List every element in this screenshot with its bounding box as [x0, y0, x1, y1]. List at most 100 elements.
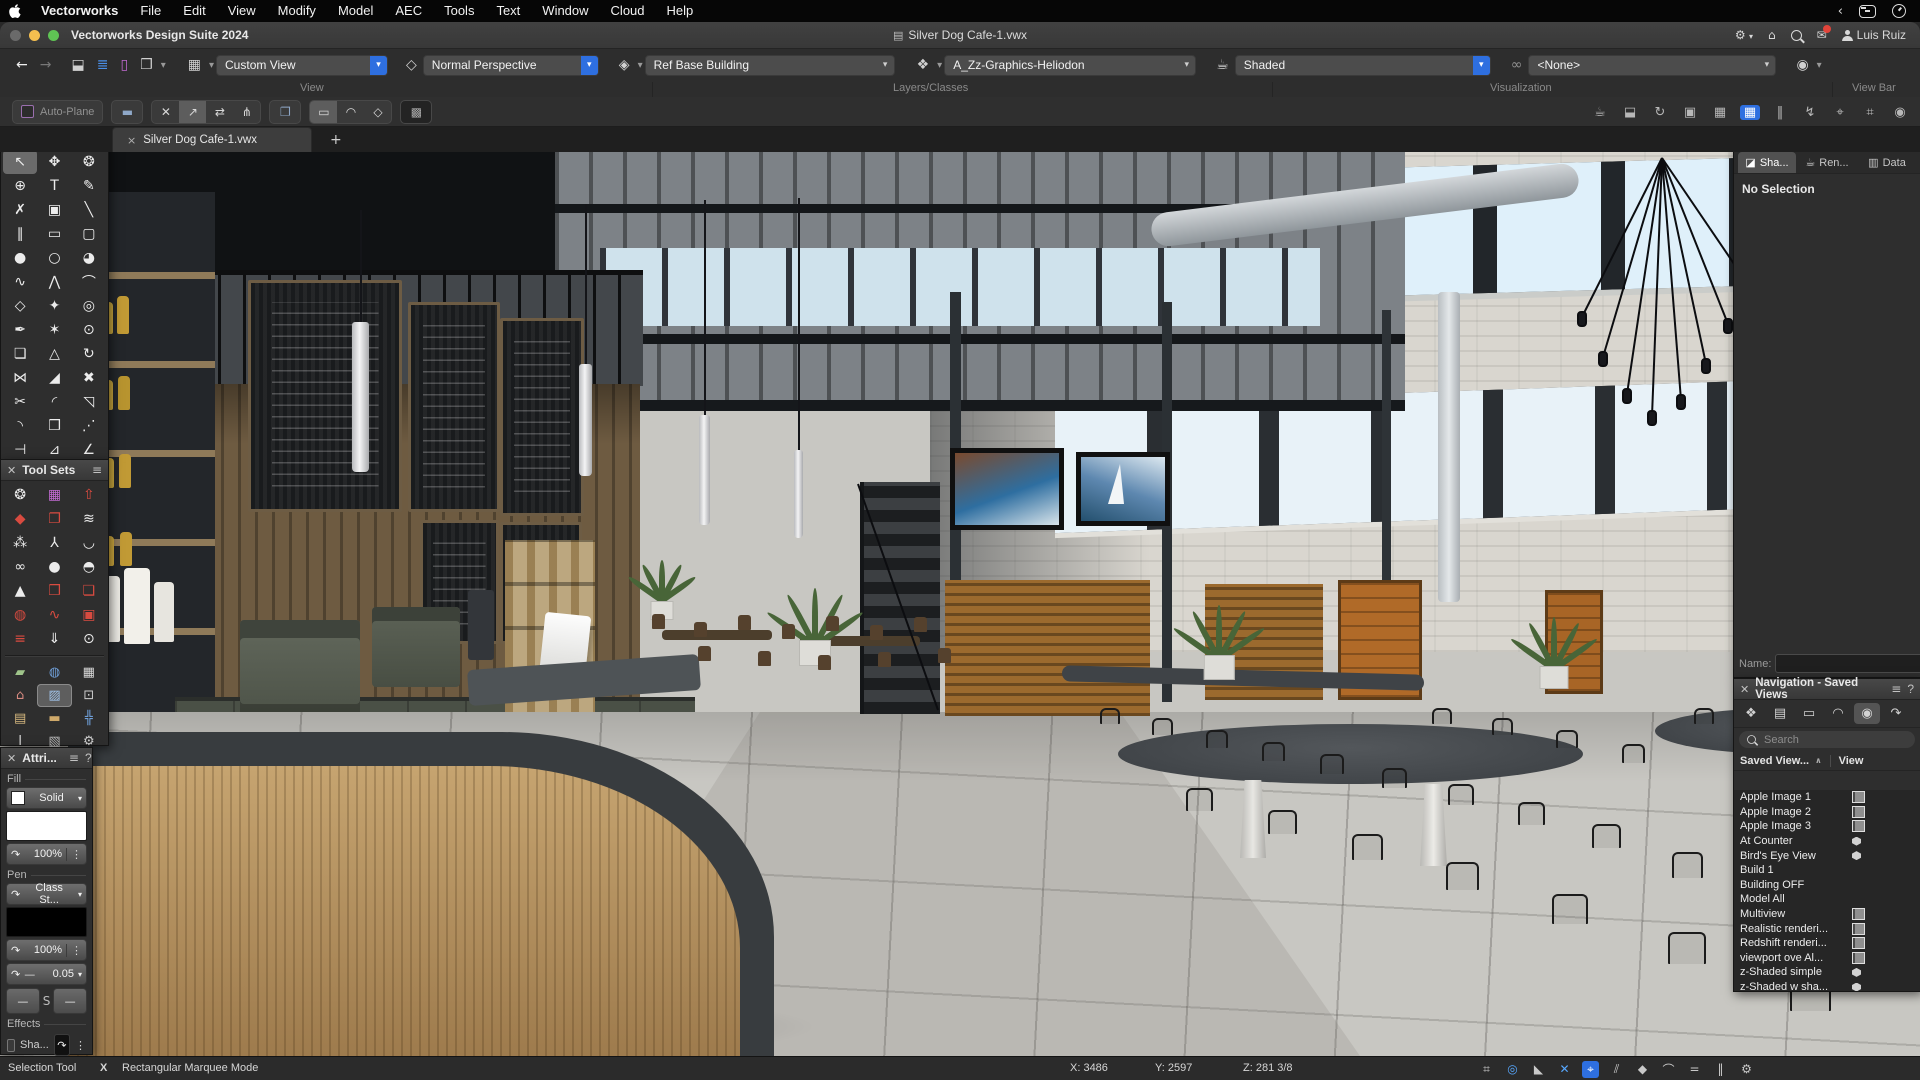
- line-style-link-icon[interactable]: S: [43, 994, 51, 1008]
- by-class-icon[interactable]: ↷: [11, 888, 20, 901]
- view-select-arrow[interactable]: ▾: [370, 56, 387, 75]
- menubar-collapse-icon[interactable]: ‹: [1838, 4, 1843, 19]
- kebab-menu-icon[interactable]: ⋮: [66, 944, 82, 957]
- twist-tool[interactable]: ≋: [72, 507, 106, 531]
- fill-style-select[interactable]: Solid ▾: [6, 787, 87, 809]
- drape-surface-tool[interactable]: ∿: [37, 603, 71, 627]
- chamfer-solid-tool[interactable]: ❒: [37, 579, 71, 603]
- saved-view-row[interactable]: z-Shaded simple: [1734, 965, 1920, 980]
- fullscreen-icon[interactable]: ▣: [1680, 105, 1700, 120]
- duplicate-array-tool[interactable]: ❏: [3, 342, 37, 366]
- saved-views-search[interactable]: [1739, 731, 1915, 748]
- menu-item-aec[interactable]: AEC: [384, 0, 433, 22]
- saved-view-row[interactable]: Build 1: [1734, 863, 1920, 878]
- polygon-tool[interactable]: ⋀: [37, 270, 71, 294]
- object-info-tab-data[interactable]: ▥Data: [1858, 152, 1916, 173]
- menu-item-edit[interactable]: Edit: [172, 0, 216, 22]
- text-tool[interactable]: T: [37, 174, 71, 198]
- menu-item-vectorworks[interactable]: Vectorworks: [30, 0, 129, 22]
- lasso-marquee-icon[interactable]: ◠: [337, 101, 364, 123]
- rectangular-marquee-icon[interactable]: ▭: [310, 101, 337, 123]
- export-icon[interactable]: ❒: [134, 57, 159, 73]
- palette-menu-icon[interactable]: ≡: [92, 463, 102, 477]
- projection-select-arrow[interactable]: ▾: [581, 56, 598, 75]
- arc-tool[interactable]: ◕: [72, 246, 106, 270]
- saved-view-row[interactable]: Model All: [1734, 892, 1920, 907]
- object-info-tab-shape[interactable]: ◪Sha...: [1738, 152, 1796, 173]
- sort-ascending-icon[interactable]: ∧: [1815, 756, 1822, 765]
- nav-tab-viewports[interactable]: ◠: [1825, 703, 1851, 724]
- menu-item-help[interactable]: Help: [656, 0, 705, 22]
- circle-tool[interactable]: ●: [3, 246, 37, 270]
- flyover-quick-icon[interactable]: ↯: [1800, 105, 1820, 120]
- clip-cube-icon[interactable]: ▯: [114, 57, 134, 73]
- apple-menu-icon[interactable]: [0, 4, 30, 18]
- line-weight-select[interactable]: ↷ — 0.05 ▾: [6, 963, 87, 985]
- selection-tool[interactable]: ↖: [3, 150, 37, 174]
- multi-drag-icon[interactable]: ⇄: [206, 101, 233, 123]
- projection-select[interactable]: Normal Perspective▾: [423, 55, 599, 76]
- render-mode-icon[interactable]: ☕: [1210, 57, 1235, 73]
- menu-item-cloud[interactable]: Cloud: [600, 0, 656, 22]
- background-toggle-icon[interactable]: ⬓: [1620, 105, 1640, 120]
- saved-view-row[interactable]: Redshift renderi...: [1734, 936, 1920, 951]
- saved-view-row[interactable]: z-Shaded w sha...: [1734, 980, 1920, 991]
- point-array-tool[interactable]: ⁂: [3, 531, 37, 555]
- palette-help-icon[interactable]: ?: [1907, 682, 1914, 696]
- zoom-tool[interactable]: ⊕: [3, 174, 37, 198]
- trim-tool[interactable]: ✖: [72, 366, 106, 390]
- column-header-saved-view[interactable]: Saved View...: [1740, 755, 1809, 767]
- grid-snap-icon[interactable]: ⌗: [1478, 1061, 1495, 1078]
- 2d-polygon-tool[interactable]: ◇: [3, 294, 37, 318]
- callout-tool[interactable]: ✎: [72, 174, 106, 198]
- marquee-options-button[interactable]: ▩: [400, 100, 432, 124]
- camera-effects-icon[interactable]: ∞: [1505, 57, 1529, 73]
- interactive-scaling-off-icon[interactable]: ✕: [152, 101, 179, 123]
- fillet-edge-tool[interactable]: ❐: [37, 507, 71, 531]
- saved-view-row[interactable]: Bird's Eye View: [1734, 848, 1920, 863]
- projection-icon[interactable]: ◇: [400, 57, 423, 73]
- nav-tab-sheet-layers[interactable]: ▭: [1796, 703, 1822, 724]
- double-line-tool[interactable]: ∥: [3, 222, 37, 246]
- send-to-surface-tool[interactable]: ▣: [37, 198, 71, 222]
- column-header-view[interactable]: View: [1830, 755, 1883, 767]
- texture-roll-tool[interactable]: ◍: [3, 603, 37, 627]
- line-tool[interactable]: ╲: [72, 198, 106, 222]
- search-button[interactable]: [1791, 30, 1802, 41]
- class-select[interactable]: A_Zz-Graphics-Heliodon▾: [944, 55, 1196, 76]
- taper-face-tool[interactable]: ◆: [3, 507, 37, 531]
- fillet-tool[interactable]: ◜: [37, 390, 71, 414]
- back-view-button[interactable]: ←: [10, 57, 34, 73]
- shear-tool[interactable]: ◢: [37, 366, 71, 390]
- close-tab-icon[interactable]: ×: [127, 134, 136, 147]
- project-tool[interactable]: ⇓: [37, 627, 71, 651]
- pen-opacity-control[interactable]: ↷ 100% ⋮: [6, 939, 87, 961]
- parallel-snap-icon[interactable]: ⫽: [1608, 1061, 1625, 1078]
- chamfer-tool[interactable]: ◹: [72, 390, 106, 414]
- shadow-checkbox[interactable]: [7, 1039, 15, 1052]
- by-class-icon[interactable]: ↷: [11, 968, 20, 981]
- fillet-solid-tool[interactable]: ❏: [72, 579, 106, 603]
- saved-view-row[interactable]: Apple Image 2: [1734, 805, 1920, 820]
- split-view-icon[interactable]: ‖: [1770, 105, 1790, 120]
- split-tool[interactable]: ✂: [3, 390, 37, 414]
- search-input[interactable]: [1762, 733, 1908, 747]
- menu-item-view[interactable]: View: [217, 0, 267, 22]
- select-similar-tool[interactable]: ⊙: [72, 318, 106, 342]
- rectangle-tool[interactable]: ▭: [37, 222, 71, 246]
- close-window-button[interactable]: [10, 30, 21, 41]
- unified-view-icon[interactable]: ≣: [91, 57, 115, 73]
- pause-snaps-icon[interactable]: ‖: [1712, 1061, 1729, 1078]
- forward-view-button[interactable]: →: [34, 57, 58, 73]
- fit-to-objects-icon[interactable]: ⬓: [65, 57, 90, 73]
- offset-tool[interactable]: ◝: [3, 414, 37, 438]
- flyover-3d-tool[interactable]: ❂: [3, 483, 37, 507]
- zoom-window-button[interactable]: [48, 30, 59, 41]
- render-options-icon[interactable]: ☕: [1590, 105, 1610, 120]
- regular-polygon-tool[interactable]: ✦: [37, 294, 71, 318]
- site-planning-set[interactable]: ▰: [3, 661, 37, 684]
- working-plane-button[interactable]: ▬: [111, 100, 143, 124]
- oval-tool[interactable]: ○: [37, 246, 71, 270]
- line-end-style-left[interactable]: —: [6, 988, 40, 1014]
- menu-item-window[interactable]: Window: [531, 0, 599, 22]
